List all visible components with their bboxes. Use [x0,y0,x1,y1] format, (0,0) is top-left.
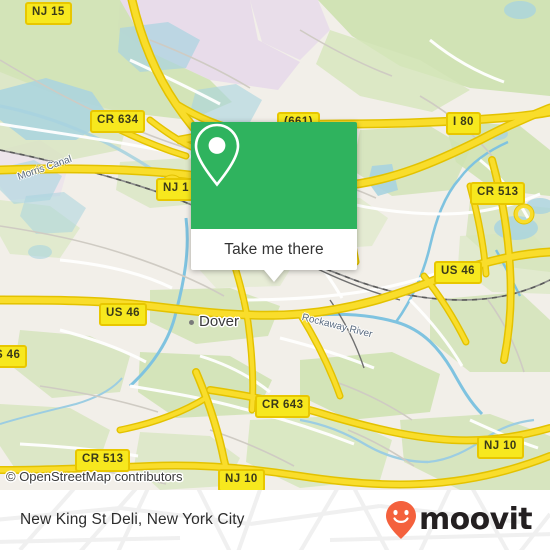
map-pin-icon [194,123,240,187]
road-shield-nj-10-east: NJ 10 [477,436,524,459]
map-screenshot: Morris Canal Rockaway River Dover NJ 15 … [0,0,550,550]
map-attribution[interactable]: © OpenStreetMap contributors [6,469,183,484]
footer-bar: New King St Deli, New York City moovit [0,490,550,550]
popup-pointer [264,270,284,282]
moovit-smiley-pin-icon [385,501,416,539]
place-label-dover: Dover [199,313,240,330]
road-shield-us-46-west: US 46 [99,303,147,326]
road-shield-nj-10-south: NJ 10 [218,469,265,490]
popup-header [191,122,357,229]
road-shield-cr-634: CR 634 [90,110,146,133]
location-title: New King St Deli, New York City [20,511,245,528]
moovit-brand[interactable]: moovit [384,500,533,540]
road-shield-cr-513-east: CR 513 [470,182,526,205]
road-shield-us-46-east: US 46 [434,261,482,284]
road-shield-i-80: I 80 [446,112,481,135]
place-marker-dover [189,320,194,325]
road-shield-cr-643: CR 643 [255,395,311,418]
destination-popup-card[interactable]: Take me there [191,122,357,282]
road-shield-nj-15: NJ 15 [25,2,72,25]
popup-action-row[interactable]: Take me there [191,229,357,282]
take-me-there-label: Take me there [224,240,324,258]
road-shield-us-46-edge: S 46 [0,345,28,368]
road-shield-nj-1: NJ 1 [156,178,196,201]
moovit-wordmark: moovit [418,502,533,537]
map-canvas[interactable]: Morris Canal Rockaway River Dover NJ 15 … [0,0,550,490]
